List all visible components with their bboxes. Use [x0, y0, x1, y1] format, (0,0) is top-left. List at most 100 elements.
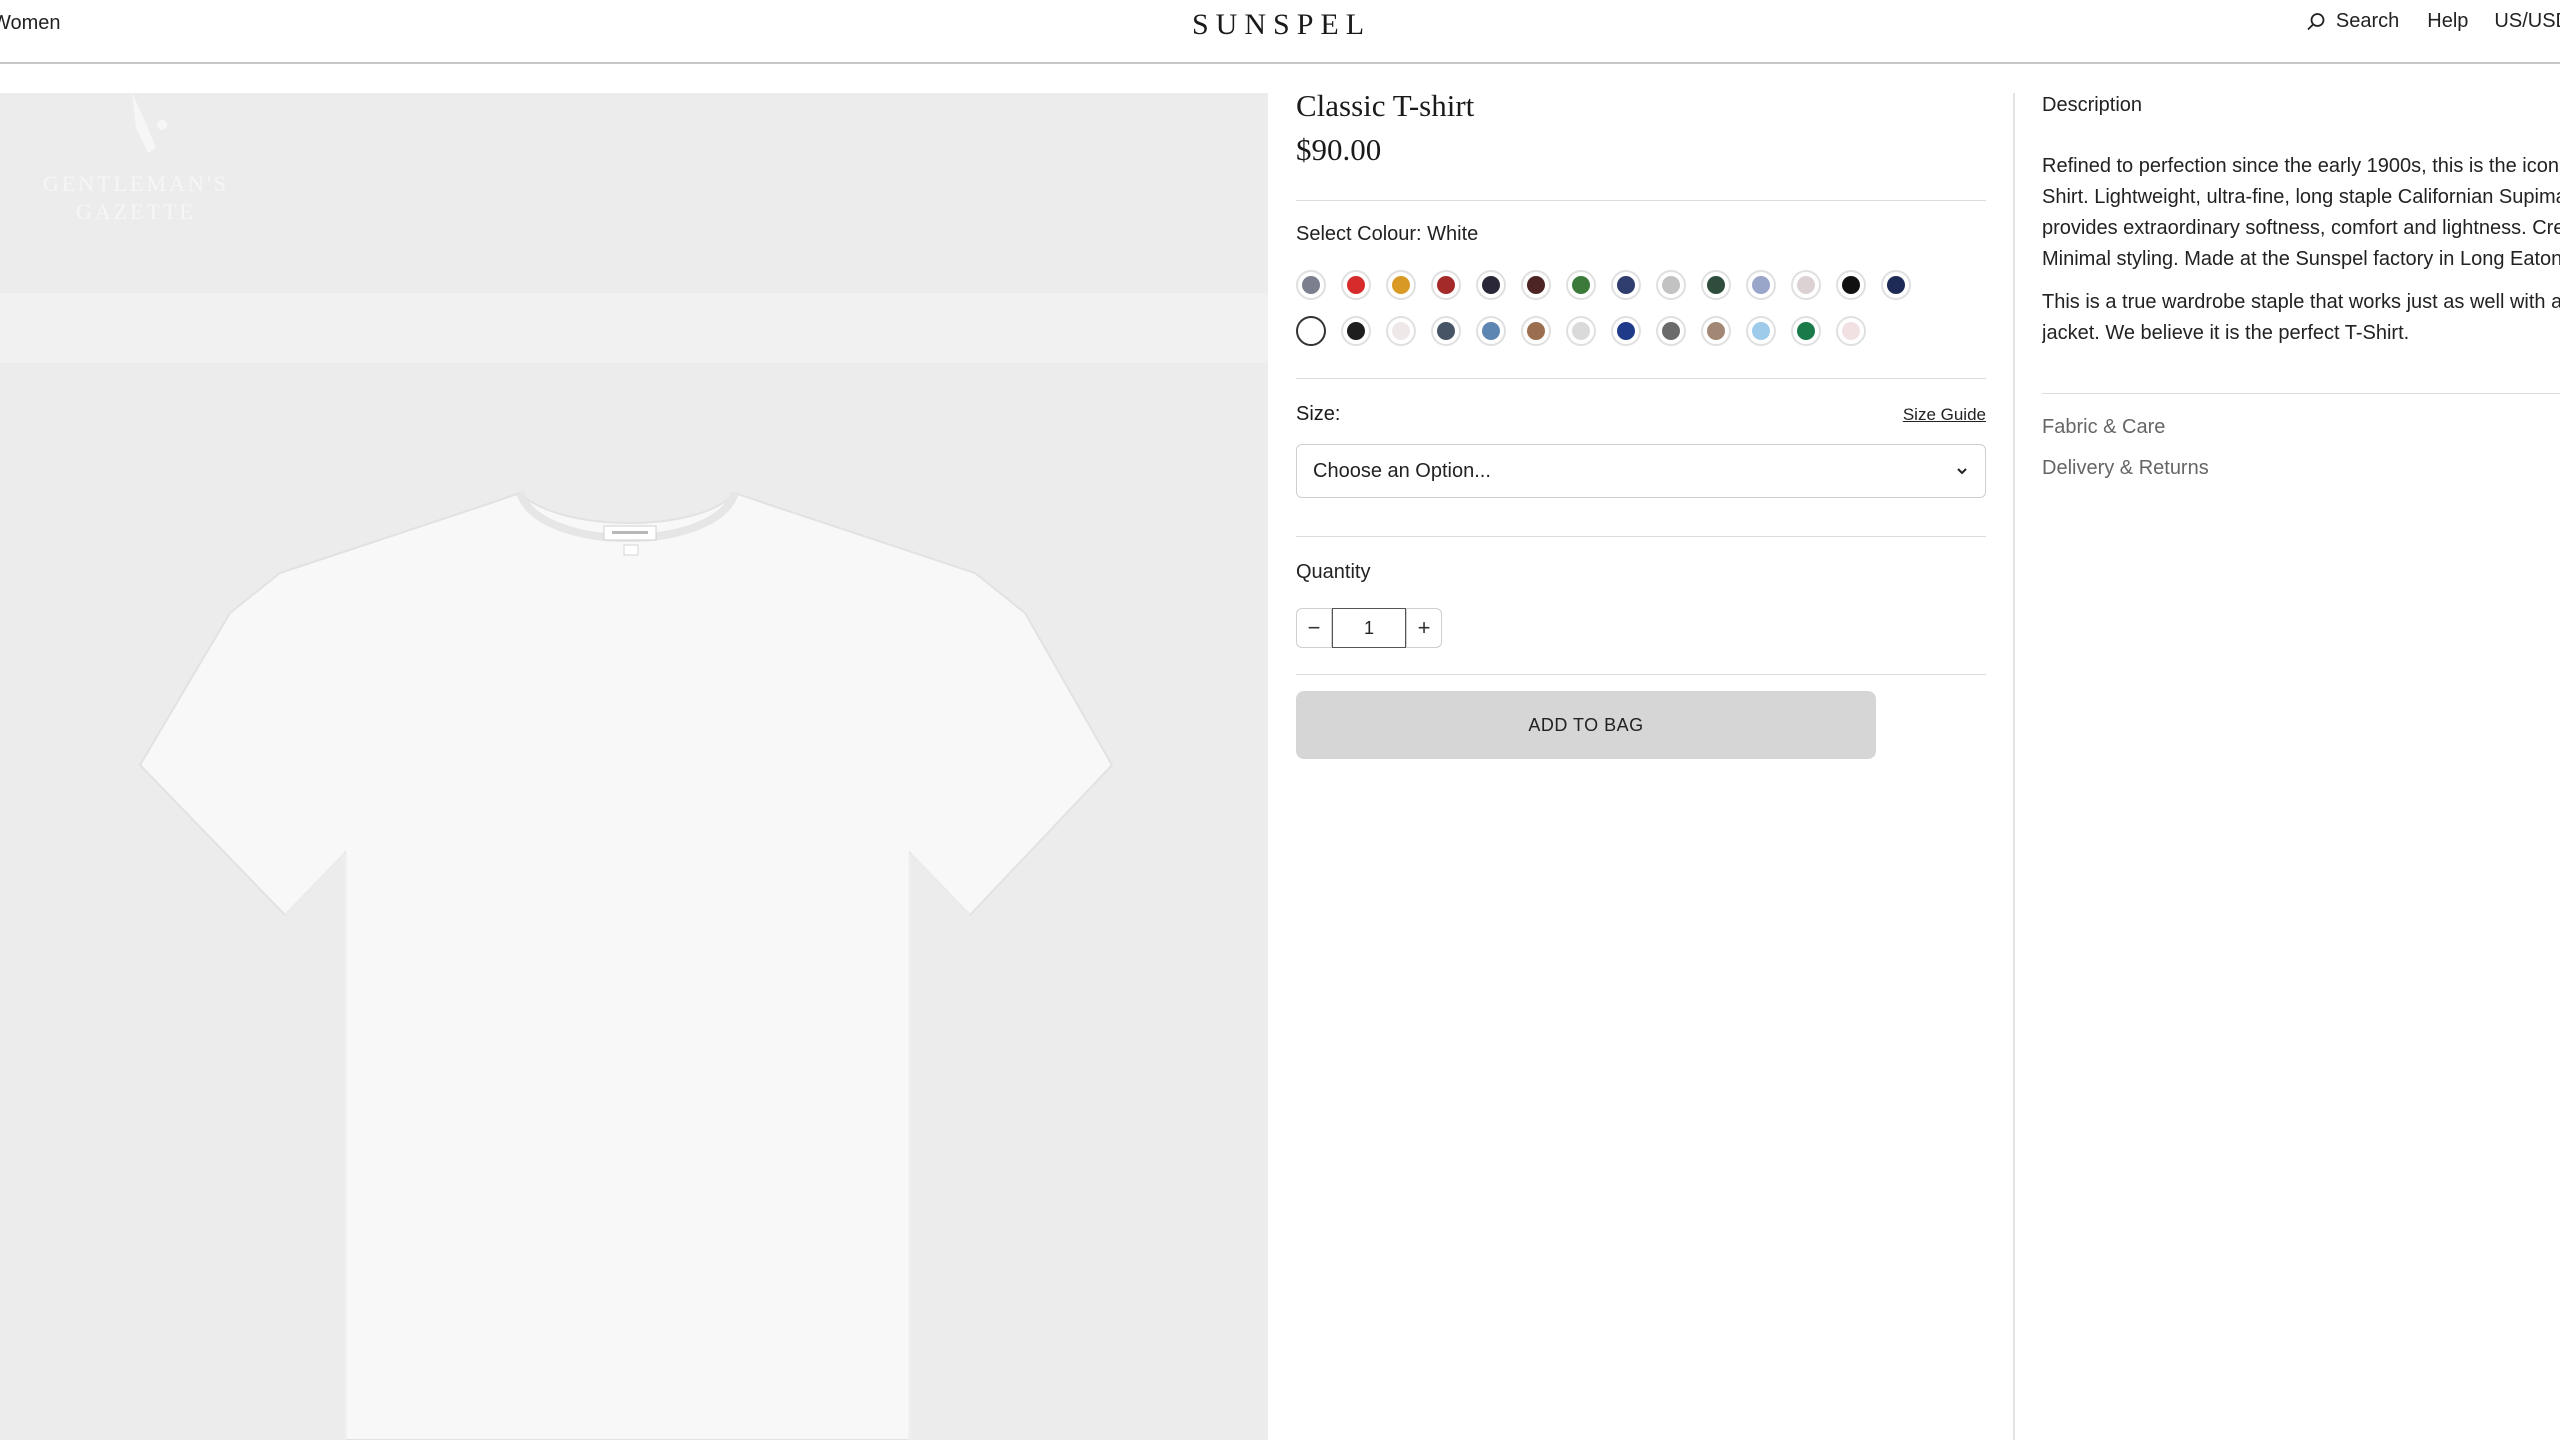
- colour-swatch[interactable]: [1881, 270, 1911, 300]
- quantity-increase-button[interactable]: +: [1406, 608, 1442, 648]
- divider: [2042, 393, 2560, 394]
- swatch-dot: [1347, 322, 1365, 340]
- swatch-dot: [1527, 322, 1545, 340]
- colour-swatch[interactable]: [1386, 270, 1416, 300]
- product-price: $90.00: [1296, 132, 1382, 167]
- swatch-dot: [1300, 320, 1322, 342]
- colour-swatch[interactable]: [1836, 316, 1866, 346]
- size-label: Size:: [1296, 403, 1341, 425]
- swatch-dot: [1572, 322, 1590, 340]
- description-line: provides extraordinary softness, comfort…: [2042, 217, 2560, 239]
- tshirt-photo: [0, 93, 1268, 1440]
- colour-swatch[interactable]: [1701, 316, 1731, 346]
- colour-swatch[interactable]: [1836, 270, 1866, 300]
- fabric-care-accordion[interactable]: Fabric & Care: [2042, 416, 2560, 439]
- swatch-dot: [1842, 276, 1860, 294]
- colour-swatch[interactable]: [1746, 270, 1776, 300]
- description-paragraph-1: Refined to perfection since the early 19…: [2042, 151, 2560, 275]
- colour-swatch[interactable]: [1296, 270, 1326, 300]
- quantity-decrease-button[interactable]: −: [1296, 608, 1332, 648]
- product-image[interactable]: GENTLEMAN'S GAZETTE: [0, 93, 1268, 1440]
- swatch-dot: [1527, 276, 1545, 294]
- divider: [1296, 378, 1986, 379]
- description-line: Minimal styling. Made at the Sunspel fac…: [2042, 248, 2560, 270]
- swatch-dot: [1617, 276, 1635, 294]
- swatch-dot: [1392, 276, 1410, 294]
- colour-swatch[interactable]: [1431, 316, 1461, 346]
- nav-women-link[interactable]: Women: [0, 12, 61, 35]
- colour-swatch[interactable]: [1341, 270, 1371, 300]
- swatch-dot: [1707, 276, 1725, 294]
- colour-swatch[interactable]: [1656, 316, 1686, 346]
- swatch-dot: [1482, 322, 1500, 340]
- colour-swatch[interactable]: [1341, 316, 1371, 346]
- swatch-dot: [1482, 276, 1500, 294]
- description-heading[interactable]: Description: [2042, 94, 2560, 117]
- watermark: GENTLEMAN'S GAZETTE: [36, 93, 236, 243]
- swatch-dot: [1347, 276, 1365, 294]
- size-select-value: Choose an Option...: [1313, 459, 1491, 482]
- delivery-returns-accordion[interactable]: Delivery & Returns: [2042, 457, 2560, 480]
- swatch-dot: [1707, 322, 1725, 340]
- description-paragraph-2: This is a true wardrobe staple that work…: [2042, 287, 2560, 349]
- divider: [1296, 536, 1986, 537]
- colour-swatch[interactable]: [1566, 316, 1596, 346]
- colour-swatch[interactable]: [1476, 270, 1506, 300]
- swatch-dot: [1662, 322, 1680, 340]
- quantity-input[interactable]: [1332, 608, 1406, 648]
- colour-swatch[interactable]: [1521, 316, 1551, 346]
- swatch-dot: [1797, 322, 1815, 340]
- colour-swatch[interactable]: [1656, 270, 1686, 300]
- swatch-dot: [1752, 276, 1770, 294]
- column-divider: [2013, 93, 2015, 1440]
- colour-swatch[interactable]: [1701, 270, 1731, 300]
- colour-swatch[interactable]: [1611, 270, 1641, 300]
- swatch-dot: [1887, 276, 1905, 294]
- size-guide-link[interactable]: Size Guide: [1903, 405, 1986, 425]
- product-details-panel: Description Refined to perfection since …: [2042, 94, 2560, 480]
- colour-swatch[interactable]: [1791, 316, 1821, 346]
- swatch-dot: [1392, 322, 1410, 340]
- colour-swatch[interactable]: [1431, 270, 1461, 300]
- colour-swatch[interactable]: [1521, 270, 1551, 300]
- swatch-dot: [1302, 276, 1320, 294]
- region-selector[interactable]: US/USD: [2494, 10, 2560, 33]
- colour-swatch[interactable]: [1611, 316, 1641, 346]
- search-button[interactable]: Search: [2306, 10, 2399, 33]
- description-line: Shirt. Lightweight, ultra-fine, long sta…: [2042, 186, 2560, 208]
- colour-swatch[interactable]: [1296, 316, 1326, 346]
- swatch-dot: [1437, 322, 1455, 340]
- swatch-dot: [1617, 322, 1635, 340]
- brand-logo[interactable]: SUNSPEL: [1192, 8, 1371, 42]
- swatch-dot: [1842, 322, 1860, 340]
- swatch-dot: [1797, 276, 1815, 294]
- divider: [1296, 200, 1986, 201]
- colour-swatch[interactable]: [1746, 316, 1776, 346]
- colour-label: Select Colour: White: [1296, 223, 1479, 245]
- description-line: This is a true wardrobe staple that work…: [2042, 291, 2560, 313]
- chevron-down-icon: [1957, 468, 1967, 475]
- swatch-dot: [1572, 276, 1590, 294]
- add-to-bag-button[interactable]: ADD TO BAG: [1296, 691, 1876, 759]
- quill-icon: [132, 93, 167, 153]
- watermark-line-1: GENTLEMAN'S: [42, 171, 230, 196]
- quantity-stepper: − +: [1296, 608, 1986, 648]
- colour-swatch[interactable]: [1386, 316, 1416, 346]
- colour-swatch[interactable]: [1476, 316, 1506, 346]
- divider: [1296, 674, 1986, 675]
- header-utilities: Search Help US/USD: [2306, 10, 2560, 33]
- description-line: Refined to perfection since the early 19…: [2042, 155, 2560, 177]
- swatch-dot: [1437, 276, 1455, 294]
- colour-swatch[interactable]: [1791, 270, 1821, 300]
- swatch-dot: [1752, 322, 1770, 340]
- swatch-dot: [1662, 276, 1680, 294]
- watermark-line-2: GAZETTE: [76, 199, 196, 224]
- quantity-label: Quantity: [1296, 561, 1371, 583]
- size-row: Size: Size Guide: [1296, 403, 1986, 426]
- search-label: Search: [2335, 10, 2400, 32]
- help-link[interactable]: Help: [2427, 10, 2468, 33]
- size-select[interactable]: Choose an Option...: [1296, 444, 1986, 498]
- product-info-panel: Classic T-shirt $90.00 Select Colour: Wh…: [1296, 88, 1986, 759]
- colour-swatch[interactable]: [1566, 270, 1596, 300]
- colour-swatches: [1296, 270, 1986, 346]
